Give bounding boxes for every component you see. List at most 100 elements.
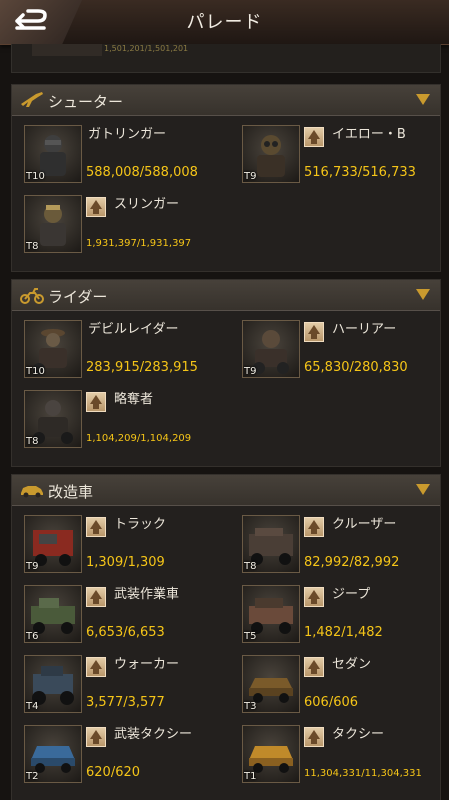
unit-card[interactable]: T6 武装作業車 6,653/6,653	[24, 585, 229, 649]
upgrade-arrow-icon[interactable]	[86, 517, 106, 537]
upgrade-arrow-icon[interactable]	[304, 727, 324, 747]
unit-count: 283,915/283,915	[86, 360, 198, 375]
page-title: パレード	[186, 12, 263, 33]
unit-count: 1,482/1,482	[304, 625, 383, 640]
unit-card[interactable]: T9 ハーリアー 65,830/280,830	[242, 320, 447, 384]
section-title: 改造車	[48, 483, 94, 501]
tier-label: T9	[26, 561, 39, 572]
unit-portrait: T3	[242, 655, 300, 713]
unit-card[interactable]: T5 ジープ 1,482/1,482	[242, 585, 447, 649]
unit-count: 6,653/6,653	[86, 625, 165, 640]
upgrade-arrow-icon[interactable]	[304, 127, 324, 147]
upgrade-arrow-icon[interactable]	[86, 392, 106, 412]
unit-card[interactable]: T10 デビルレイダー 283,915/283,915	[24, 320, 229, 384]
section-modified-car: 改造車 T9 トラック 1,309/1,309 T8 クルーザー 82,992/…	[11, 474, 441, 800]
unit-name: ガトリンガー	[88, 127, 167, 142]
unit-count: 606/606	[304, 695, 359, 710]
section-header-shooter[interactable]: シューター	[12, 85, 440, 116]
unit-name: ジープ	[332, 587, 371, 602]
unit-count: 1,931,397/1,931,397	[86, 238, 192, 249]
tier-label: T8	[244, 561, 257, 572]
unit-portrait: T6	[24, 585, 82, 643]
upgrade-arrow-icon[interactable]	[86, 587, 106, 607]
tier-label: T8	[26, 241, 39, 252]
faded-unit-thumbnail	[32, 44, 102, 56]
unit-card[interactable]: T9 トラック 1,309/1,309	[24, 515, 229, 579]
unit-count: 1,104,209/1,104,209	[86, 433, 192, 444]
section-shooter: シューター T10 ガトリンガー 588,008/588,008 T9 イエロー…	[11, 84, 441, 272]
tier-label: T4	[26, 701, 39, 712]
motorcycle-icon	[20, 288, 44, 304]
car-icon	[21, 486, 43, 498]
unit-portrait: T2	[24, 725, 82, 783]
unit-card[interactable]: T10 ガトリンガー 588,008/588,008	[24, 125, 229, 189]
unit-portrait: T8	[24, 390, 82, 448]
upgrade-arrow-icon[interactable]	[304, 517, 324, 537]
unit-portrait: T9	[242, 125, 300, 183]
section-header-modified-car[interactable]: 改造車	[12, 475, 440, 506]
unit-list[interactable]: 1,501,201/1,501,201 シューター T10 ガトリンガー 588…	[0, 44, 449, 800]
unit-name: タクシー	[332, 727, 385, 742]
unit-count: 11,304,331/11,304,331	[304, 768, 422, 779]
unit-count: 1,309/1,309	[86, 555, 165, 570]
collapse-arrow-icon[interactable]	[416, 484, 430, 495]
unit-name: デビルレイダー	[88, 322, 179, 337]
unit-name: スリンガー	[114, 197, 180, 212]
unit-portrait: T1	[242, 725, 300, 783]
unit-count: 620/620	[86, 765, 141, 780]
section-title: ライダー	[48, 288, 108, 306]
unit-name: 武装タクシー	[114, 727, 193, 742]
unit-card[interactable]: T3 セダン 606/606	[242, 655, 447, 719]
unit-card[interactable]: T2 武装タクシー 620/620	[24, 725, 229, 789]
unit-card[interactable]: T1 タクシー 11,304,331/11,304,331	[242, 725, 447, 789]
unit-name: セダン	[332, 657, 372, 672]
unit-portrait: T4	[24, 655, 82, 713]
faded-unit-count: 1,501,201/1,501,201	[104, 44, 189, 53]
collapse-arrow-icon[interactable]	[416, 289, 430, 300]
unit-portrait: T10	[24, 125, 82, 183]
unit-name: イエロー・B	[332, 127, 406, 142]
unit-name: ウォーカー	[114, 657, 180, 672]
tier-label: T10	[26, 171, 45, 182]
tier-label: T9	[244, 366, 257, 377]
tier-label: T3	[244, 701, 257, 712]
unit-name: ハーリアー	[332, 322, 397, 337]
unit-count: 3,577/3,577	[86, 695, 165, 710]
unit-portrait: T9	[242, 320, 300, 378]
upgrade-arrow-icon[interactable]	[86, 657, 106, 677]
unit-portrait: T8	[242, 515, 300, 573]
tier-label: T10	[26, 366, 45, 377]
tier-label: T8	[26, 436, 39, 447]
upgrade-arrow-icon[interactable]	[86, 197, 106, 217]
unit-portrait: T5	[242, 585, 300, 643]
tier-label: T5	[244, 631, 257, 642]
section-header-rider[interactable]: ライダー	[12, 280, 440, 311]
unit-portrait: T10	[24, 320, 82, 378]
unit-count: 65,830/280,830	[304, 360, 408, 375]
unit-count: 516,733/516,733	[304, 165, 416, 180]
upgrade-arrow-icon[interactable]	[86, 727, 106, 747]
upgrade-arrow-icon[interactable]	[304, 322, 324, 342]
unit-card[interactable]: T8 スリンガー 1,931,397/1,931,397	[24, 195, 229, 259]
upgrade-arrow-icon[interactable]	[304, 587, 324, 607]
collapse-arrow-icon[interactable]	[416, 94, 430, 105]
section-rider: ライダー T10 デビルレイダー 283,915/283,915 T9 ハーリア…	[11, 279, 441, 467]
unit-card[interactable]: T4 ウォーカー 3,577/3,577	[24, 655, 229, 719]
unit-count: 588,008/588,008	[86, 165, 198, 180]
unit-card[interactable]: T8 略奪者 1,104,209/1,104,209	[24, 390, 229, 454]
rifle-icon	[21, 92, 43, 107]
tier-label: T1	[244, 771, 257, 782]
previous-section-tail: 1,501,201/1,501,201	[11, 44, 441, 73]
unit-name: 略奪者	[114, 392, 154, 407]
tier-label: T6	[26, 631, 39, 642]
top-bar: パレード	[0, 0, 449, 45]
unit-portrait: T8	[24, 195, 82, 253]
unit-name: トラック	[114, 517, 167, 532]
unit-card[interactable]: T9 イエロー・B 516,733/516,733	[242, 125, 447, 189]
unit-name: 武装作業車	[114, 587, 180, 602]
unit-card[interactable]: T8 クルーザー 82,992/82,992	[242, 515, 447, 579]
tier-label: T9	[244, 171, 257, 182]
upgrade-arrow-icon[interactable]	[304, 657, 324, 677]
unit-count: 82,992/82,992	[304, 555, 400, 570]
tier-label: T2	[26, 771, 39, 782]
